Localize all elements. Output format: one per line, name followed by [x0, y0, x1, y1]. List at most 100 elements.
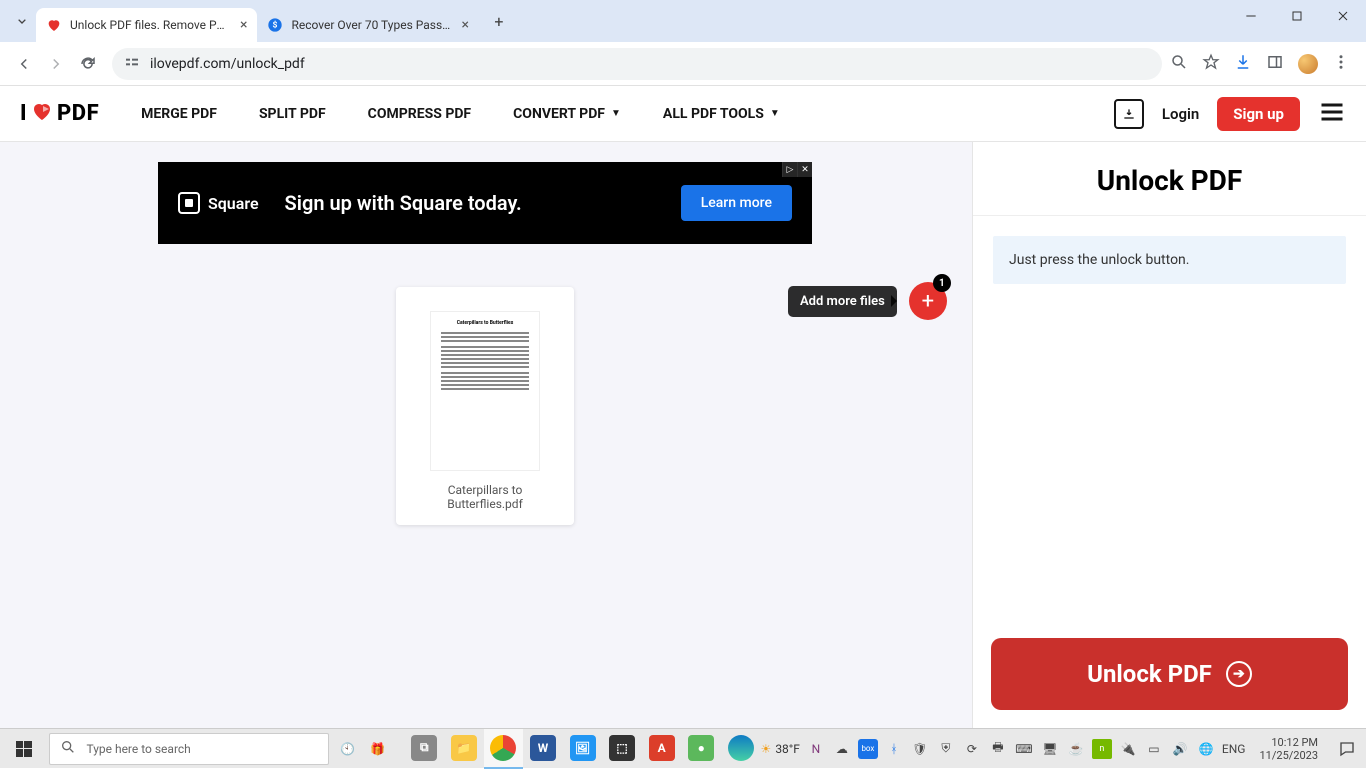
nav-all-tools[interactable]: ALL PDF TOOLS▼	[663, 106, 780, 122]
tab-inactive[interactable]: $ Recover Over 70 Types Passwor ×	[257, 8, 478, 42]
network-tray-icon[interactable]: 🌐	[1196, 739, 1216, 759]
usb-tray-icon[interactable]: 🔌	[1118, 739, 1138, 759]
back-button[interactable]	[8, 48, 40, 80]
sound-tray-icon[interactable]: 🔊	[1170, 739, 1190, 759]
file-name-label: Caterpillars to Butterflies.pdf	[410, 483, 560, 511]
profile-avatar[interactable]	[1298, 54, 1318, 74]
acrobat-app[interactable]: A	[642, 729, 682, 769]
defender-tray-icon[interactable]: ⛨	[936, 739, 956, 759]
close-icon[interactable]: ×	[240, 17, 247, 33]
add-more-section: Add more files + 1	[788, 282, 947, 320]
nav-convert[interactable]: CONVERT PDF▼	[513, 106, 621, 122]
app-green[interactable]: ●	[681, 729, 721, 769]
weather-widget[interactable]: ☀ 38°F	[761, 739, 800, 759]
windows-logo-icon	[16, 741, 32, 757]
gift-widget-icon[interactable]: 🎁	[363, 734, 393, 764]
clock-date: 11/25/2023	[1259, 749, 1318, 762]
ad-brand: Square	[178, 192, 259, 214]
word-app[interactable]: W	[523, 729, 563, 769]
heart-icon	[46, 17, 62, 33]
nav-compress[interactable]: COMPRESS PDF	[368, 106, 471, 122]
caret-down-icon: ▼	[770, 108, 780, 119]
taskbar-search[interactable]: Type here to search	[49, 733, 328, 765]
maximize-button[interactable]	[1274, 0, 1320, 32]
close-window-button[interactable]	[1320, 0, 1366, 32]
main-nav: MERGE PDF SPLIT PDF COMPRESS PDF CONVERT…	[141, 106, 780, 122]
search-icon	[60, 739, 76, 758]
clock-widget-icon[interactable]: 🕙	[333, 734, 363, 764]
update-tray-icon[interactable]: ⟳	[962, 739, 982, 759]
file-card[interactable]: Caterpillars to Butterflies Caterpillars…	[396, 287, 574, 525]
nav-split[interactable]: SPLIT PDF	[259, 106, 326, 122]
nav-merge[interactable]: MERGE PDF	[141, 106, 217, 122]
start-button[interactable]	[0, 729, 47, 769]
zoom-icon[interactable]	[1170, 53, 1188, 75]
bluetooth-tray-icon[interactable]: ᚼ	[884, 739, 904, 759]
tab-search-dropdown[interactable]	[8, 7, 36, 35]
chrome-app[interactable]	[484, 729, 524, 769]
keyboard-tray-icon[interactable]: ⌨	[1014, 739, 1034, 759]
chrome-menu-icon[interactable]	[1332, 53, 1350, 75]
work-area: Square Sign up with Square today. Learn …	[0, 142, 972, 728]
java-tray-icon[interactable]: ☕	[1066, 739, 1086, 759]
reload-button[interactable]	[72, 48, 104, 80]
bookmark-icon[interactable]	[1202, 53, 1220, 75]
site-logo[interactable]: I PDF	[20, 99, 99, 129]
action-center-button[interactable]	[1332, 729, 1362, 769]
photos-app[interactable]: 🖼	[563, 729, 603, 769]
sidebar-title: Unlock PDF	[973, 142, 1366, 216]
plus-icon: +	[922, 289, 934, 314]
file-explorer-app[interactable]: 📁	[444, 729, 484, 769]
app-dark[interactable]: ⬚	[602, 729, 642, 769]
unlock-button[interactable]: Unlock PDF ➔	[991, 638, 1348, 710]
sidepanel-icon[interactable]	[1266, 53, 1284, 75]
printer-tray-icon[interactable]: 🖶	[988, 739, 1008, 759]
arrow-right-circle-icon: ➔	[1226, 661, 1252, 687]
login-link[interactable]: Login	[1162, 105, 1199, 123]
desktop-app-button[interactable]	[1114, 99, 1144, 129]
tab-active[interactable]: Unlock PDF files. Remove PDF p ×	[36, 8, 257, 42]
monitor-tray-icon[interactable]: 🖥	[1040, 739, 1060, 759]
ad-headline: Sign up with Square today.	[285, 191, 522, 215]
ad-info-icon[interactable]: ▷	[782, 162, 797, 177]
file-count-badge: 1	[933, 274, 951, 292]
file-thumbnail: Caterpillars to Butterflies	[430, 311, 540, 471]
signup-button[interactable]: Sign up	[1217, 97, 1300, 131]
system-tray: ☀ 38°F N ☁ box ᚼ 🛡 ⛨ ⟳ 🖶 ⌨ 🖥 ☕ n 🔌 ▭ 🔊 🌐…	[761, 729, 1366, 769]
page-body: Square Sign up with Square today. Learn …	[0, 142, 1366, 728]
hamburger-menu[interactable]	[1318, 98, 1346, 130]
task-view-button[interactable]: ⧉	[404, 729, 444, 769]
taskbar-clock[interactable]: 10:12 PM 11/25/2023	[1251, 736, 1326, 762]
onedrive-tray-icon[interactable]: ☁	[832, 739, 852, 759]
site-settings-icon[interactable]	[124, 54, 140, 74]
ad-close-icon[interactable]: ✕	[797, 162, 812, 177]
downloads-icon[interactable]	[1234, 53, 1252, 75]
language-indicator[interactable]: ENG	[1222, 739, 1246, 759]
add-file-button[interactable]: + 1	[909, 282, 947, 320]
logo-suffix: PDF	[57, 101, 99, 126]
search-placeholder: Type here to search	[86, 742, 190, 756]
address-bar: ilovepdf.com/unlock_pdf	[0, 42, 1366, 86]
close-icon[interactable]: ×	[461, 17, 468, 33]
box-tray-icon[interactable]: box	[858, 739, 878, 759]
add-more-tooltip: Add more files	[788, 286, 897, 317]
url-text: ilovepdf.com/unlock_pdf	[150, 56, 305, 72]
windows-taskbar: Type here to search 🕙 🎁 ⧉ 📁 W 🖼 ⬚ A ● ☀ …	[0, 728, 1366, 768]
security-tray-icon[interactable]: 🛡	[910, 739, 930, 759]
minimize-button[interactable]	[1228, 0, 1274, 32]
tab-title: Recover Over 70 Types Passwor	[291, 18, 451, 32]
new-tab-button[interactable]: +	[485, 7, 513, 35]
url-input[interactable]: ilovepdf.com/unlock_pdf	[112, 48, 1162, 80]
forward-button[interactable]	[40, 48, 72, 80]
onenote-tray-icon[interactable]: N	[806, 739, 826, 759]
ad-cta-button[interactable]: Learn more	[681, 185, 792, 221]
battery-tray-icon[interactable]: ▭	[1144, 739, 1164, 759]
ad-banner[interactable]: Square Sign up with Square today. Learn …	[158, 162, 812, 244]
notification-icon	[1338, 740, 1356, 758]
dollar-icon: $	[267, 17, 283, 33]
edge-app[interactable]	[721, 729, 761, 769]
header-right: Login Sign up	[1114, 97, 1346, 131]
sidebar-footer: Unlock PDF ➔	[973, 620, 1366, 728]
heart-logo-icon	[29, 99, 55, 129]
nvidia-tray-icon[interactable]: n	[1092, 739, 1112, 759]
